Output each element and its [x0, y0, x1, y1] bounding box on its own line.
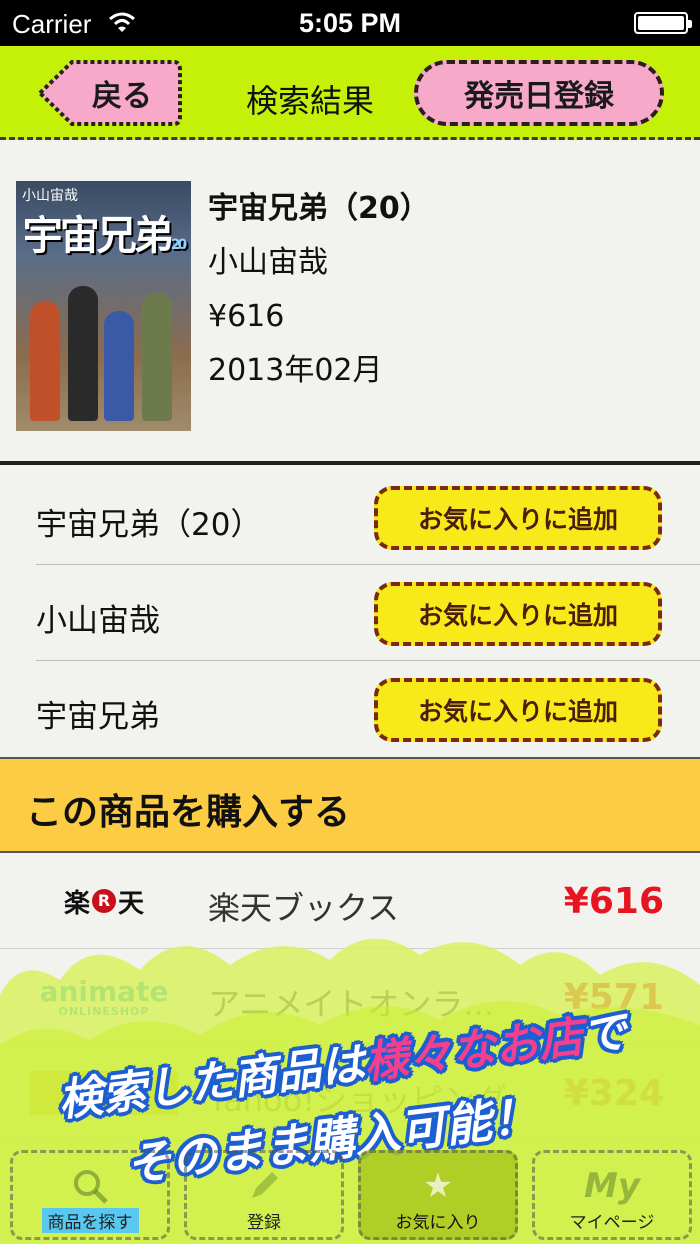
- favorite-row: 小山宙哉 お気に入りに追加: [36, 565, 700, 661]
- favorite-row-label: 小山宙哉: [36, 603, 160, 639]
- store-name: 楽天ブックス: [208, 889, 400, 927]
- store-price: ¥324: [563, 1073, 664, 1114]
- cover-figure: [30, 301, 60, 421]
- add-favorite-button[interactable]: お気に入りに追加: [374, 582, 662, 646]
- tab-search[interactable]: 商品を探す: [10, 1150, 170, 1240]
- purchase-section-title: この商品を購入する: [26, 792, 351, 833]
- favorite-row-label: 宇宙兄弟: [36, 699, 160, 735]
- favorite-row: 宇宙兄弟（20） お気に入りに追加: [36, 469, 700, 565]
- animate-logo: animate ONLINESHOP: [39, 974, 169, 1018]
- tab-mypage-label: マイページ: [569, 1213, 655, 1233]
- product-price: ¥616: [208, 299, 285, 334]
- book-cover-image: 小山宙哉 宇宙兄弟20: [16, 181, 191, 431]
- tab-search-label: 商品を探す: [41, 1208, 139, 1233]
- register-release-date-button[interactable]: 発売日登録: [414, 60, 664, 126]
- tab-mypage[interactable]: My マイページ: [532, 1150, 692, 1240]
- tab-register[interactable]: 登録: [184, 1150, 344, 1240]
- back-button[interactable]: 戻る: [40, 62, 180, 124]
- product-release-date: 2013年02月: [208, 353, 383, 388]
- battery-icon: [634, 12, 692, 34]
- product-summary: 小山宙哉 宇宙兄弟20 宇宙兄弟（20） 小山宙哉 ¥616 2013年02月: [0, 143, 700, 465]
- status-bar: Carrier 5:05 PM: [0, 0, 700, 46]
- purchase-section-header: この商品を購入する: [0, 757, 700, 853]
- favorite-row-label: 宇宙兄弟（20）: [36, 507, 262, 543]
- store-price: ¥616: [563, 881, 664, 922]
- search-icon: [74, 1170, 108, 1204]
- cover-figure: [142, 293, 172, 421]
- add-favorite-button[interactable]: お気に入りに追加: [374, 678, 662, 742]
- navigation-bar: 戻る 検索結果 発売日登録: [0, 46, 700, 140]
- back-button-label: 戻る: [92, 79, 152, 114]
- cover-author-text: 小山宙哉: [22, 188, 78, 204]
- product-info: 宇宙兄弟（20） 小山宙哉 ¥616 2013年02月: [208, 191, 430, 407]
- product-author: 小山宙哉: [208, 245, 328, 280]
- tab-bar: 商品を探す 登録 ★ お気に入り My マイページ: [0, 1140, 700, 1244]
- add-favorite-button[interactable]: お気に入りに追加: [374, 486, 662, 550]
- register-release-date-label: 発売日登録: [464, 79, 614, 114]
- cover-title-text: 宇宙兄弟20: [22, 213, 188, 259]
- clock: 5:05 PM: [298, 8, 402, 38]
- favorite-row: 宇宙兄弟 お気に入りに追加: [36, 661, 700, 757]
- page-title: 検索結果: [246, 82, 375, 120]
- tab-register-label: 登録: [247, 1213, 281, 1233]
- cover-figure: [68, 286, 98, 421]
- favorite-list: 宇宙兄弟（20） お気に入りに追加 小山宙哉 お気に入りに追加 宇宙兄弟 お気に…: [0, 469, 700, 757]
- star-icon: ★: [422, 1166, 454, 1206]
- tab-favorites-label: お気に入り: [395, 1213, 481, 1233]
- store-row-rakuten[interactable]: 楽天 楽R天 楽天ブックス ¥616: [0, 853, 700, 949]
- product-title: 宇宙兄弟（20）: [208, 191, 430, 226]
- my-icon: My: [584, 1166, 640, 1206]
- cover-figure: [104, 311, 134, 421]
- rakuten-logo: 楽天 楽R天: [63, 888, 145, 919]
- tab-favorites[interactable]: ★ お気に入り: [358, 1150, 518, 1240]
- pencil-icon: [252, 1172, 278, 1198]
